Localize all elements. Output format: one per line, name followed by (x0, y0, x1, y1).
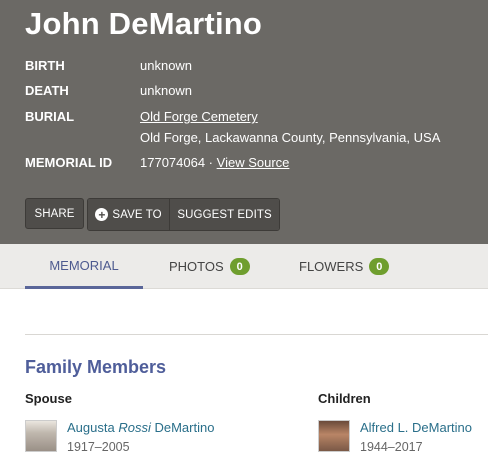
spouse-photo[interactable] (25, 420, 57, 452)
death-label: DEATH (25, 83, 69, 98)
memorial-id-label: MEMORIAL ID (25, 155, 113, 170)
memorial-id-value: 177074064 · (140, 155, 214, 170)
children-label: Children (318, 391, 371, 406)
share-button[interactable]: SHARE (25, 198, 84, 229)
death-value: unknown (140, 83, 193, 98)
photos-count-badge: 0 (229, 258, 250, 275)
child-card[interactable]: Alfred L. DeMartino 1944–2017 (318, 420, 472, 454)
spouse-last-name: DeMartino (154, 420, 215, 435)
plus-circle-icon: + (95, 208, 109, 221)
child-dates: 1944–2017 (360, 440, 423, 454)
tab-photos[interactable]: PHOTOS 0 (169, 244, 250, 289)
birth-label: BIRTH (25, 58, 65, 73)
view-source-link[interactable]: View Source (217, 155, 290, 170)
spouse-first-name: Augusta (67, 420, 115, 435)
spouse-card[interactable]: Augusta Rossi DeMartino 1917–2005 (25, 420, 214, 454)
suggest-edits-button[interactable]: SUGGEST EDITS (170, 199, 279, 230)
save-to-button[interactable]: + SAVE TO (88, 199, 171, 230)
flowers-count-badge: 0 (369, 258, 390, 275)
tab-flowers-label: FLOWERS (299, 259, 364, 274)
section-divider (25, 334, 488, 335)
spouse-maiden-name: Rossi (118, 420, 151, 435)
memorial-header: John DeMartino BIRTH unknown DEATH unkno… (0, 0, 488, 244)
family-members-title: Family Members (25, 357, 167, 377)
save-suggest-group: + SAVE TO SUGGEST EDITS (87, 198, 280, 231)
tab-memorial-label: MEMORIAL (49, 257, 119, 273)
spouse-dates: 1917–2005 (67, 440, 130, 454)
birth-value: unknown (140, 58, 193, 73)
save-to-label: SAVE TO (112, 208, 162, 221)
spouse-name-link[interactable]: Augusta Rossi DeMartino (67, 420, 214, 435)
child-name-link[interactable]: Alfred L. DeMartino (360, 420, 472, 435)
child-photo[interactable] (318, 420, 350, 452)
tab-memorial[interactable]: MEMORIAL (25, 244, 143, 289)
tab-flowers[interactable]: FLOWERS 0 (299, 244, 390, 289)
tab-bar: MEMORIAL PHOTOS 0 FLOWERS 0 (0, 244, 488, 289)
memorial-name: John DeMartino (25, 6, 263, 41)
tab-photos-label: PHOTOS (169, 259, 224, 274)
burial-label: BURIAL (25, 109, 75, 124)
burial-location: Old Forge, Lackawanna County, Pennsylvan… (140, 130, 441, 145)
spouse-label: Spouse (25, 391, 72, 406)
cemetery-link[interactable]: Old Forge Cemetery (140, 109, 258, 124)
